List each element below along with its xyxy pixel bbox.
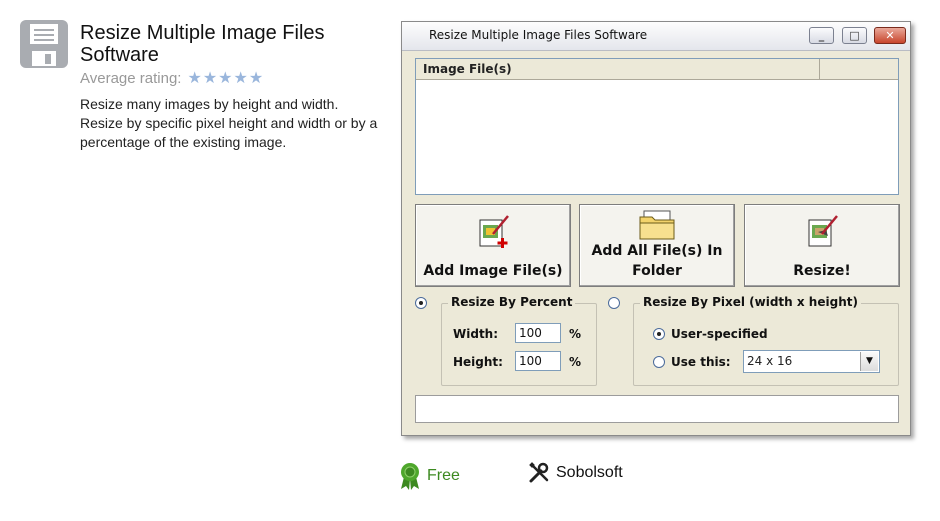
rating-label: Average rating: — [80, 70, 182, 87]
minimize-icon: _ — [818, 29, 825, 42]
preset-size-value: 24 x 16 — [747, 354, 793, 368]
add-image-files-label: Add Image File(s) — [423, 263, 563, 279]
status-bar — [415, 395, 899, 423]
star-icon: ★ — [202, 69, 218, 87]
rating-stars: ★ ★ ★ ★ ★ — [187, 69, 264, 87]
height-percent-input[interactable]: 100 — [515, 351, 561, 371]
width-percent-unit: % — [569, 327, 582, 341]
width-percent-input[interactable]: 100 — [515, 323, 561, 343]
maximize-icon: □ — [849, 29, 860, 42]
resize-label: Resize! — [793, 263, 851, 279]
minimize-button[interactable]: _ — [809, 27, 834, 44]
add-image-files-button[interactable]: Add Image File(s) — [415, 204, 571, 287]
tools-icon — [529, 462, 549, 483]
award-ribbon-icon — [401, 463, 419, 490]
developer-info: Sobolsoft — [528, 462, 623, 484]
user-specified-label: User-specified — [671, 327, 768, 341]
close-icon: ✕ — [885, 29, 895, 42]
app-description: Resize many images by height and width. … — [80, 96, 378, 150]
star-icon: ★ — [218, 69, 233, 87]
window-titlebar: Resize Multiple Image Files Software _ □… — [402, 22, 910, 51]
resize-by-pixel-group: Resize By Pixel (width x height) User-sp… — [633, 295, 899, 386]
resize-by-pixel-title: Resize By Pixel (width x height) — [640, 295, 861, 309]
resize-image-icon — [745, 214, 899, 250]
use-this-label: Use this: — [671, 355, 731, 369]
average-rating: Average rating: ★ ★ ★ ★ ★ — [80, 70, 263, 87]
width-label: Width: — [453, 327, 499, 341]
folder-icon — [580, 209, 734, 241]
star-icon: ★ — [233, 69, 248, 87]
height-percent-unit: % — [569, 355, 582, 369]
close-button[interactable]: ✕ — [874, 27, 906, 44]
add-all-files-label-line2: Folder — [632, 263, 682, 279]
add-all-files-in-folder-button[interactable]: Add All File(s) In Folder — [579, 204, 735, 287]
app-screenshot-window: Resize Multiple Image Files Software _ □… — [401, 21, 911, 436]
add-all-files-label-line1: Add All File(s) In — [591, 243, 723, 259]
resize-button[interactable]: Resize! — [744, 204, 900, 287]
resize-by-pixel-radio[interactable] — [608, 297, 620, 309]
list-header: Image File(s) — [416, 59, 898, 80]
resize-by-percent-title: Resize By Percent — [448, 295, 576, 309]
window-title: Resize Multiple Image Files Software — [429, 28, 648, 42]
chevron-down-icon[interactable]: ▼ — [860, 352, 878, 371]
column-header-image-files[interactable]: Image File(s) — [416, 59, 820, 79]
app-title: Resize Multiple Image Files Software — [80, 22, 325, 66]
add-image-icon — [416, 214, 570, 250]
license-label: Free — [427, 467, 460, 484]
use-this-radio[interactable] — [653, 356, 665, 368]
preset-size-select[interactable]: 24 x 16 ▼ — [743, 350, 880, 373]
image-file-list[interactable]: Image File(s) — [415, 58, 899, 195]
license-info: Free — [399, 462, 460, 490]
user-specified-radio[interactable] — [653, 328, 665, 340]
star-icon: ★ — [248, 69, 264, 87]
resize-by-percent-radio[interactable] — [415, 297, 427, 309]
resize-by-percent-group: Resize By Percent Width: 100 % Height: 1… — [441, 295, 597, 386]
developer-name[interactable]: Sobolsoft — [556, 464, 623, 482]
maximize-button[interactable]: □ — [842, 27, 867, 44]
star-icon: ★ — [187, 69, 202, 87]
floppy-disk-icon — [19, 19, 69, 69]
height-label: Height: — [453, 355, 503, 369]
